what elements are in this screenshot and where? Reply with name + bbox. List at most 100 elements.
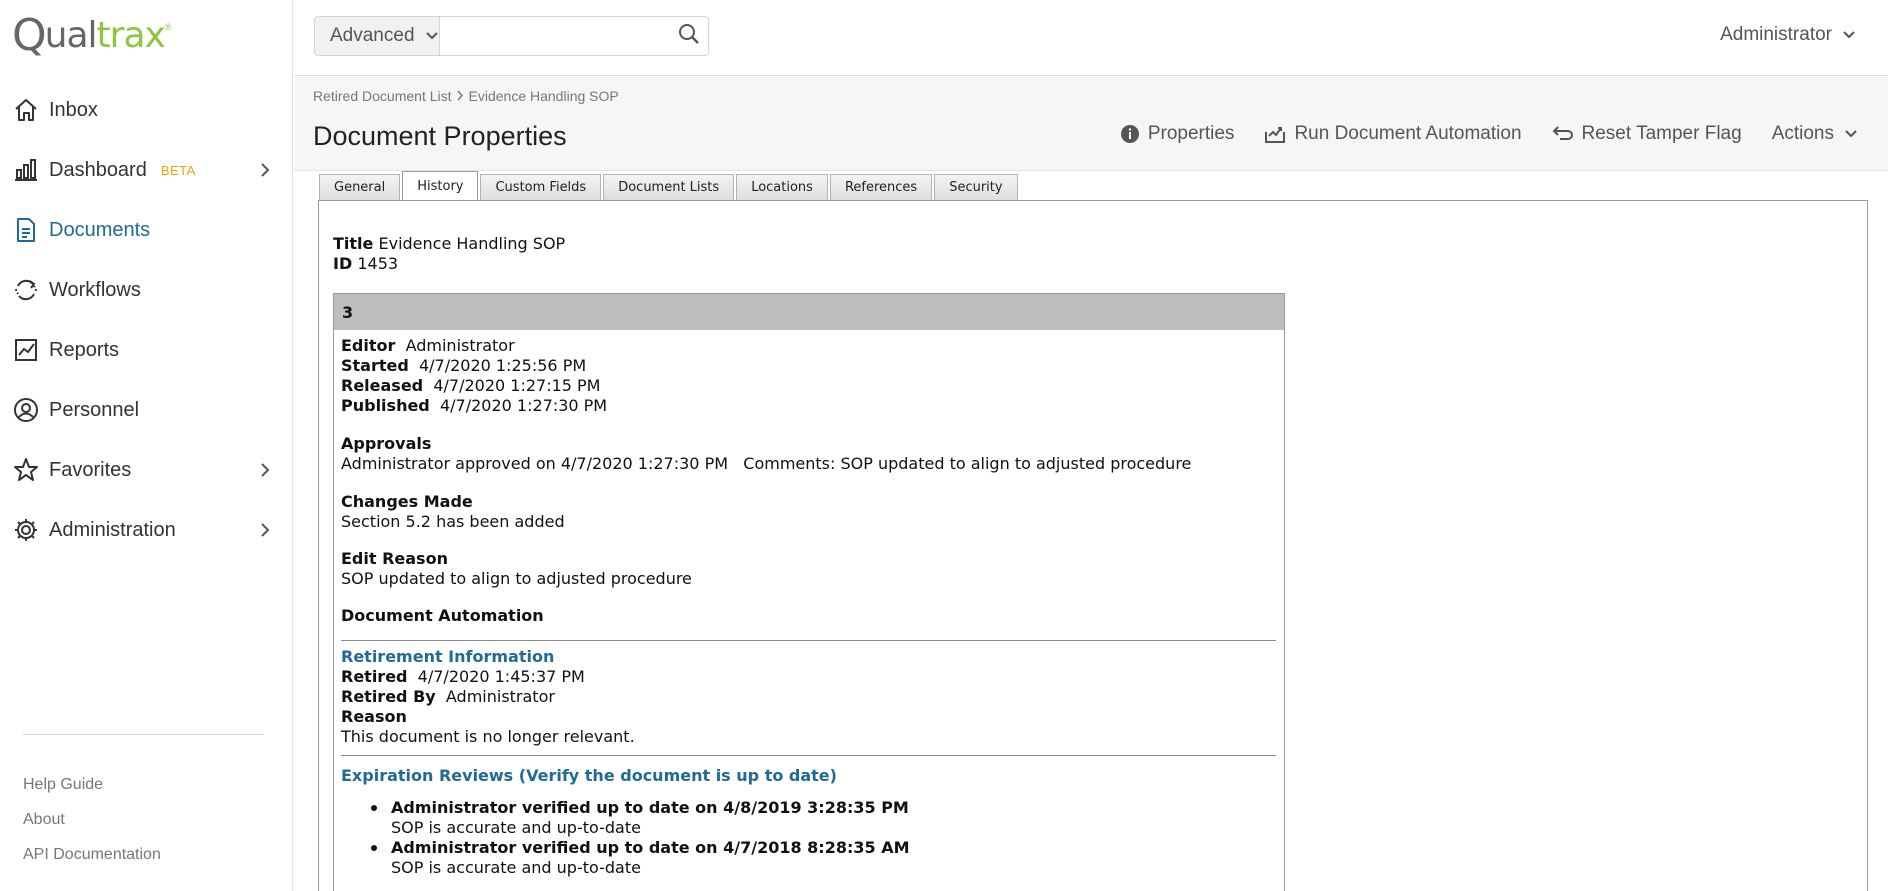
breadcrumb-item[interactable]: Evidence Handling SOP: [469, 88, 619, 104]
chevron-right-icon: [456, 88, 464, 104]
page-title: Document Properties: [313, 121, 567, 151]
version-number: 3: [334, 294, 1284, 330]
properties-button[interactable]: Properties: [1120, 123, 1235, 145]
sidebar-item-label: Documents: [49, 218, 151, 241]
properties-label: Properties: [1147, 123, 1235, 144]
top-bar: Advanced Administrator: [294, 0, 1888, 76]
sidebar-item-label: Favorites: [49, 458, 132, 481]
sidebar-item-favorites[interactable]: Favorites: [0, 440, 292, 500]
retired-row: Retired 4/7/2020 1:45:37 PM: [341, 667, 585, 686]
about-link[interactable]: About: [23, 811, 65, 829]
chevron-down-icon: [425, 25, 439, 47]
document-title-row: Title Evidence Handling SOP: [333, 234, 566, 253]
sidebar-item-dashboard[interactable]: Dashboard BETA: [0, 140, 292, 200]
tab-custom-fields[interactable]: Custom Fields: [480, 174, 602, 200]
chevron-right-icon: [260, 162, 270, 183]
sidebar-item-administration[interactable]: Administration: [0, 500, 292, 560]
actions-dropdown[interactable]: Actions: [1772, 123, 1858, 145]
tab-general[interactable]: General: [319, 174, 401, 200]
user-name: Administrator: [1720, 24, 1832, 45]
search-mode-label: Advanced: [330, 25, 415, 46]
edit-reason-heading: Edit Reason: [341, 549, 448, 568]
search-button[interactable]: [671, 17, 708, 55]
breadcrumb-item[interactable]: Retired Document List: [313, 88, 452, 104]
search-input[interactable]: [439, 17, 671, 55]
star-icon: [13, 457, 39, 483]
approvals-text: Administrator approved on 4/7/2020 1:27:…: [341, 454, 1192, 473]
review-title: Administrator verified up to date on 4/7…: [391, 838, 910, 857]
chevron-down-icon: [1842, 24, 1856, 46]
changes-made-text: Section 5.2 has been added: [341, 512, 565, 531]
sidebar-item-label: Administration: [49, 518, 176, 541]
gear-icon: [13, 517, 39, 543]
sidebar-item-reports[interactable]: Reports: [0, 320, 292, 380]
reset-tamper-flag-button[interactable]: Reset Tamper Flag: [1552, 123, 1742, 145]
reset-tamper-flag-label: Reset Tamper Flag: [1581, 123, 1742, 144]
edit-reason-text: SOP updated to align to adjusted procedu…: [341, 569, 692, 588]
changes-made-heading: Changes Made: [341, 492, 473, 511]
api-documentation-link[interactable]: API Documentation: [23, 846, 161, 864]
tab-document-lists[interactable]: Document Lists: [603, 174, 735, 200]
approvals-heading: Approvals: [341, 434, 432, 453]
sidebar-item-label: Workflows: [49, 278, 141, 301]
search-icon: [678, 23, 700, 50]
history-panel: Title Evidence Handling SOP ID 1453 3 Ed…: [318, 200, 1868, 891]
review-title: Administrator verified up to date on 4/8…: [391, 798, 909, 817]
actions-label: Actions: [1771, 123, 1834, 144]
sidebar-item-workflows[interactable]: Workflows: [0, 260, 292, 320]
search-mode-dropdown[interactable]: Advanced: [315, 17, 440, 55]
list-item: Administrator verified up to date on 4/8…: [371, 798, 1276, 838]
user-icon: [13, 397, 39, 423]
document-title: Evidence Handling SOP: [378, 234, 566, 253]
header-actions: Properties Run Document Automation Reset…: [1090, 123, 1858, 145]
document-automation-heading: Document Automation: [341, 606, 544, 625]
divider: [341, 640, 1276, 641]
sidebar-item-label: Inbox: [49, 98, 98, 121]
sidebar-item-personnel[interactable]: Personnel: [0, 380, 292, 440]
retired-by-row: Retired By Administrator: [341, 687, 555, 706]
review-note: SOP is accurate and up-to-date: [391, 858, 641, 877]
qualtrax-logo[interactable]: Qual trax ®: [12, 14, 171, 58]
tab-locations[interactable]: Locations: [736, 174, 828, 200]
chevron-right-icon: [260, 462, 270, 483]
run-document-automation-button[interactable]: Run Document Automation: [1264, 123, 1522, 145]
sidebar-item-label: Dashboard: [49, 158, 147, 181]
sidebar: Qual trax ® Inbox Dashboard BETA Documents: [0, 0, 293, 891]
help-guide-link[interactable]: Help Guide: [23, 776, 103, 794]
sidebar-item-label: Personnel: [49, 398, 140, 421]
tab-references[interactable]: References: [829, 174, 933, 200]
search-group: Advanced: [314, 16, 709, 56]
beta-badge: BETA: [160, 162, 196, 178]
page-header: Retired Document List Evidence Handling …: [294, 77, 1888, 171]
document-summary: Title Evidence Handling SOP ID 1453: [333, 234, 565, 274]
document-id: 1453: [357, 254, 399, 273]
property-tabs: General History Custom Fields Document L…: [319, 171, 1020, 200]
chart-icon: [13, 157, 39, 183]
divider: [341, 755, 1276, 756]
version-block: 3 Editor Administrator Started 4/7/2020 …: [333, 293, 1285, 891]
sidebar-nav: Inbox Dashboard BETA Documents Workflows: [0, 80, 292, 560]
retirement-information-heading: Retirement Information: [341, 647, 555, 666]
reason-text: This document is no longer relevant.: [341, 727, 635, 746]
sidebar-item-label: Reports: [49, 338, 120, 361]
home-icon: [13, 97, 39, 123]
document-id-row: ID 1453: [333, 254, 399, 273]
expiration-reviews-list: Administrator verified up to date on 4/8…: [371, 798, 1276, 878]
sidebar-divider: [23, 734, 263, 735]
tab-security[interactable]: Security: [934, 174, 1018, 200]
sidebar-item-documents[interactable]: Documents: [0, 200, 292, 260]
cycle-icon: [13, 277, 39, 303]
published-row: Published 4/7/2020 1:27:30 PM: [341, 396, 608, 415]
user-menu[interactable]: Administrator: [1720, 24, 1856, 46]
started-row: Started 4/7/2020 1:25:56 PM: [341, 356, 587, 375]
version-details: Editor Administrator Started 4/7/2020 1:…: [334, 330, 1284, 878]
sidebar-item-inbox[interactable]: Inbox: [0, 80, 292, 140]
reason-heading: Reason: [341, 707, 407, 726]
breadcrumb: Retired Document List Evidence Handling …: [313, 88, 619, 104]
report-icon: [13, 337, 39, 363]
chevron-right-icon: [260, 522, 270, 543]
list-item: Administrator verified up to date on 4/7…: [371, 838, 1276, 878]
tab-history[interactable]: History: [402, 171, 479, 200]
info-icon: [1120, 124, 1140, 144]
run-document-automation-label: Run Document Automation: [1294, 123, 1522, 144]
